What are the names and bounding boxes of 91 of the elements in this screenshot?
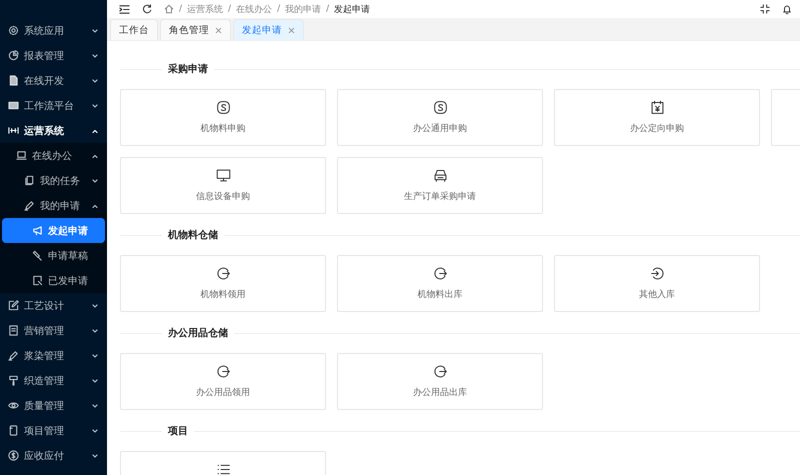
sidebar-item[interactable]: 营销管理 — [0, 318, 107, 343]
sidebar-item[interactable]: 我的申请 — [0, 193, 107, 218]
chevron-down-icon — [91, 76, 99, 84]
chevron-down-icon — [91, 352, 99, 360]
home-icon[interactable] — [164, 4, 174, 14]
sidebar-item[interactable]: 我的任务 — [0, 168, 107, 193]
breadcrumb-item[interactable]: 在线办公 — [236, 2, 272, 16]
sidebar-item[interactable]: 应收应付 — [0, 443, 107, 468]
chevron-down-icon — [91, 326, 99, 334]
breadcrumb-item[interactable]: 我的申请 — [285, 2, 322, 16]
tab[interactable]: 发起申请 — [233, 19, 304, 40]
car-icon — [432, 168, 448, 183]
id-card-icon — [8, 100, 19, 111]
chevron-down-icon — [91, 26, 99, 34]
exit-icon — [432, 266, 448, 281]
chevron-down-icon — [91, 452, 99, 460]
section-title: 采购申请 — [168, 62, 208, 76]
edit-icon — [8, 300, 19, 311]
sidebar-item[interactable]: 工作流平台 — [0, 93, 107, 118]
refresh-icon[interactable] — [142, 4, 152, 14]
sidebar-item[interactable]: 项目管理 — [0, 418, 107, 443]
application-card[interactable]: 机物料申购 — [120, 89, 326, 146]
close-icon[interactable] — [288, 26, 295, 34]
section-title: 办公用品仓储 — [168, 326, 228, 340]
breadcrumb-item[interactable]: 发起申请 — [334, 2, 370, 16]
application-card[interactable]: 机物料领用 — [120, 255, 326, 312]
sidebar-item[interactable]: 在线办公 — [0, 143, 107, 168]
application-card[interactable]: 信息设备申购 — [120, 157, 326, 214]
application-card[interactable]: 办公用品领用 — [120, 353, 326, 410]
sidebar-item[interactable]: 运营系统 — [0, 118, 107, 143]
file-icon — [8, 75, 19, 86]
eye-icon — [8, 400, 19, 411]
book-icon — [8, 325, 19, 336]
monitor-icon — [216, 168, 230, 183]
chevron-down-icon — [91, 426, 99, 434]
breadcrumb-separator: / — [228, 4, 232, 14]
application-card[interactable]: 办公定向申购 — [554, 89, 760, 146]
section-title: 机物料仓储 — [168, 228, 218, 242]
laptop-icon — [16, 150, 27, 161]
tab[interactable]: 工作台 — [110, 19, 158, 40]
sidebar-item[interactable]: 质量管理 — [0, 393, 107, 418]
flow-icon — [8, 125, 19, 136]
breadcrumb-separator: / — [277, 4, 280, 14]
list-icon — [216, 462, 230, 475]
chevron-down-icon — [91, 176, 99, 184]
calendar-icon — [650, 100, 664, 115]
chevron-down-icon — [91, 102, 99, 110]
application-card[interactable]: 生产订单采购申请 — [337, 157, 543, 214]
s-logo-icon — [216, 100, 230, 115]
sidebar-item[interactable]: 系统应用 — [0, 18, 107, 43]
pie-chart-icon — [8, 50, 19, 61]
application-card[interactable]: 其他入库 — [554, 255, 760, 312]
close-icon[interactable] — [215, 26, 222, 34]
megaphone-icon — [32, 225, 43, 236]
sidebar-item[interactable]: 浆染管理 — [0, 343, 107, 368]
chevron-down-icon — [91, 376, 99, 384]
tab[interactable]: 角色管理 — [160, 19, 231, 40]
chevron-down-icon — [91, 402, 99, 410]
sidebar-item[interactable]: 已发申请 — [0, 268, 107, 293]
application-card[interactable]: 机物料出库 — [337, 255, 543, 312]
sidebar-item[interactable]: 织造管理 — [0, 368, 107, 393]
sidebar-item[interactable]: 工艺设计 — [0, 293, 107, 318]
copy-icon — [24, 175, 35, 186]
pen-icon — [24, 200, 35, 211]
draft-icon — [32, 250, 43, 261]
section-title: 项目 — [168, 425, 188, 438]
s-logo-icon — [432, 100, 448, 115]
mobile-icon — [8, 425, 19, 436]
sidebar-item[interactable]: 在线开发 — [0, 68, 107, 93]
application-card[interactable]: 办公通用申购 — [337, 89, 543, 146]
gear-icon — [8, 25, 19, 36]
chevron-down-icon — [91, 302, 99, 310]
login-icon — [650, 266, 664, 281]
dollar-icon — [8, 450, 19, 461]
menu-fold-icon[interactable] — [119, 4, 130, 14]
chevron-down-icon — [91, 52, 99, 60]
exit-icon — [432, 364, 448, 379]
exit-icon — [216, 266, 230, 281]
sidebar-item[interactable]: 报表管理 — [0, 43, 107, 68]
sidebar-item[interactable]: 申请草稿 — [0, 243, 107, 268]
sidebar-item[interactable]: 发起申请 — [2, 218, 105, 243]
fullscreen-exit-icon[interactable] — [760, 4, 770, 14]
breadcrumb-separator: / — [179, 4, 182, 14]
breadcrumb-separator: / — [326, 4, 330, 14]
roller-icon — [8, 375, 19, 386]
application-card[interactable]: 办公用品出库 — [337, 353, 543, 410]
exit-icon — [216, 364, 230, 379]
pen-icon — [8, 350, 19, 361]
document-icon — [32, 275, 43, 286]
bell-icon[interactable] — [782, 4, 792, 14]
breadcrumb-item[interactable]: 运营系统 — [187, 2, 224, 16]
